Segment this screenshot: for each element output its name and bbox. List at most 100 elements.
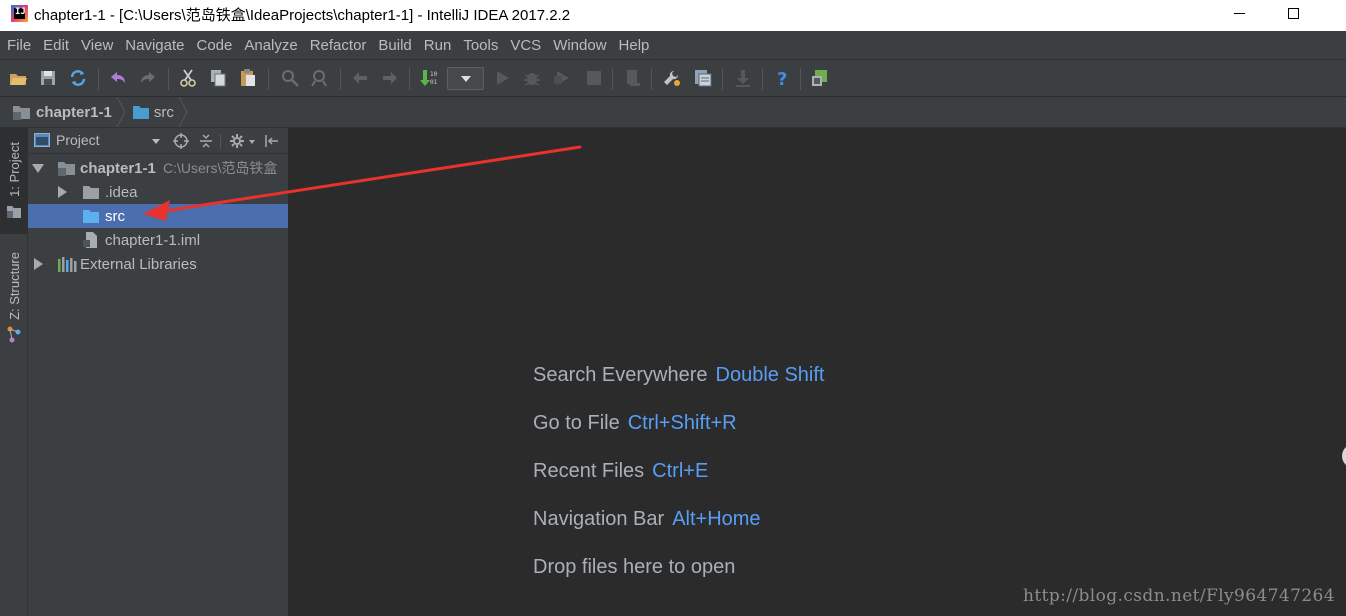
tree-item-label: src — [105, 207, 125, 225]
cut-icon[interactable] — [178, 68, 198, 88]
tab-project-label: 1: Project — [6, 142, 22, 197]
menu-navigate[interactable]: Navigate — [122, 37, 191, 54]
copy-icon[interactable] — [208, 68, 228, 88]
tree-item-label: chapter1-1.iml — [105, 231, 201, 249]
menu-refactor[interactable]: Refactor — [307, 37, 374, 54]
hint-recent-files: Recent Files Ctrl+E — [533, 460, 708, 483]
hint-action: Search Everywhere — [533, 364, 708, 386]
project-view-selector[interactable]: Project — [34, 132, 100, 148]
tree-item-path: C:\Users\范岛铁盒 — [163, 160, 278, 176]
sync-icon[interactable] — [68, 68, 88, 88]
menu-code[interactable]: Code — [193, 37, 239, 54]
tree-item-label: .idea — [105, 183, 138, 201]
svg-text:?: ? — [777, 69, 787, 88]
navigation-bar: chapter1-1 src — [0, 97, 1346, 128]
debug-icon[interactable] — [522, 68, 542, 88]
menu-analyze[interactable]: Analyze — [241, 37, 304, 54]
expand-arrow-icon[interactable] — [34, 258, 43, 270]
stop-icon[interactable] — [584, 68, 604, 88]
hint-drop-files: Drop files here to open — [533, 556, 735, 579]
open-folder-icon[interactable] — [8, 68, 28, 88]
menu-help[interactable]: Help — [616, 37, 657, 54]
collapse-icon[interactable] — [198, 133, 214, 149]
project-view-label: Project — [56, 132, 100, 148]
source-folder-icon — [132, 106, 149, 119]
svg-text:10: 10 — [430, 71, 438, 78]
tab-structure-label: Z: Structure — [6, 252, 22, 320]
menu-file[interactable]: File — [4, 37, 38, 54]
find-icon[interactable] — [280, 68, 300, 88]
sdk-icon[interactable] — [733, 68, 753, 88]
gear-dropdown-icon[interactable] — [249, 140, 255, 144]
module-folder-icon — [58, 162, 75, 176]
tab-structure[interactable]: Z: Structure — [0, 248, 28, 352]
hint-action: Drop files here to open — [533, 556, 736, 578]
expand-arrow-icon[interactable] — [32, 164, 44, 173]
menu-view[interactable]: View — [78, 37, 120, 54]
hint-action: Navigation Bar — [533, 508, 665, 530]
blog-watermark: http://blog.csdn.net/Fly964747264 — [1023, 586, 1335, 606]
libraries-icon — [58, 257, 77, 272]
build-icon[interactable]: 10 01 — [418, 68, 438, 88]
tree-item-chapter1-1[interactable]: chapter1-1 C:\Users\范岛铁盒 — [28, 156, 288, 180]
project-icon — [7, 205, 21, 218]
module-folder-icon — [13, 106, 30, 120]
plugin-icon[interactable] — [810, 68, 830, 88]
breadcrumb-src[interactable]: src — [132, 104, 174, 121]
help-icon[interactable]: ? — [772, 68, 792, 88]
menu-build[interactable]: Build — [375, 37, 418, 54]
chevron-down-icon[interactable] — [152, 139, 160, 144]
menu-run[interactable]: Run — [421, 37, 459, 54]
project-tool-window: Project chapter1-1 C:\Users\范岛铁盒 .idea s… — [28, 128, 288, 616]
tree-item-iml[interactable]: chapter1-1.iml — [28, 228, 288, 252]
tree-item-idea[interactable]: .idea — [28, 180, 288, 204]
menu-edit[interactable]: Edit — [40, 37, 76, 54]
gear-icon[interactable] — [229, 133, 245, 149]
svg-text:01: 01 — [430, 79, 438, 86]
project-view-icon — [34, 133, 50, 147]
expand-arrow-icon[interactable] — [58, 186, 67, 198]
editor-empty-area[interactable]: Search Everywhere Double Shift Go to File… — [288, 128, 1346, 616]
window-title: chapter1-1 - [C:\Users\范岛铁盒\IdeaProjects… — [34, 7, 571, 24]
menu-vcs[interactable]: VCS — [507, 37, 548, 54]
main-toolbar: 10 01 ? — [0, 59, 1346, 97]
menu-tools[interactable]: Tools — [460, 37, 505, 54]
run-icon[interactable] — [492, 68, 512, 88]
paste-icon[interactable] — [238, 68, 258, 88]
menu-window[interactable]: Window — [550, 37, 613, 54]
tree-item-external-libraries[interactable]: External Libraries — [28, 252, 288, 276]
menu-bar: File Edit View Navigate Code Analyze Ref… — [0, 31, 1346, 59]
coverage-icon[interactable] — [552, 68, 572, 88]
back-icon[interactable] — [350, 68, 370, 88]
forward-icon[interactable] — [380, 68, 400, 88]
replace-icon[interactable] — [310, 68, 330, 88]
hint-search-everywhere: Search Everywhere Double Shift — [533, 364, 825, 387]
project-panel-header: Project — [28, 128, 288, 154]
undo-icon[interactable] — [108, 68, 128, 88]
minimize-button[interactable] — [1216, 0, 1262, 31]
app-icon-text: IJ — [15, 7, 26, 17]
maximize-icon — [1287, 8, 1299, 19]
chevron-right-icon — [178, 97, 188, 127]
maximize-button[interactable] — [1270, 0, 1316, 31]
run-config-dropdown[interactable] — [447, 67, 484, 90]
iml-file-icon — [83, 232, 97, 248]
source-folder-icon — [83, 210, 99, 223]
settings-icon[interactable] — [662, 68, 682, 88]
hide-icon[interactable] — [264, 133, 280, 149]
hint-action: Recent Files — [533, 460, 645, 482]
tree-item-src[interactable]: src — [28, 204, 288, 228]
intellij-app-icon[interactable]: IJ — [11, 5, 28, 22]
edge-scroll-handle[interactable] — [1342, 444, 1346, 468]
tab-project[interactable]: 1: Project — [0, 128, 28, 234]
toolbar-separator — [762, 68, 763, 90]
toolbar-separator — [800, 68, 801, 90]
vcs-icon[interactable] — [622, 68, 642, 88]
redo-icon[interactable] — [138, 68, 158, 88]
breadcrumb-project[interactable]: chapter1-1 — [12, 103, 112, 121]
locate-icon[interactable] — [173, 133, 189, 149]
breadcrumb-label: src — [153, 103, 174, 121]
project-structure-icon[interactable] — [693, 68, 713, 88]
save-icon[interactable] — [38, 68, 58, 88]
hint-navigation-bar: Navigation Bar Alt+Home — [533, 508, 761, 531]
